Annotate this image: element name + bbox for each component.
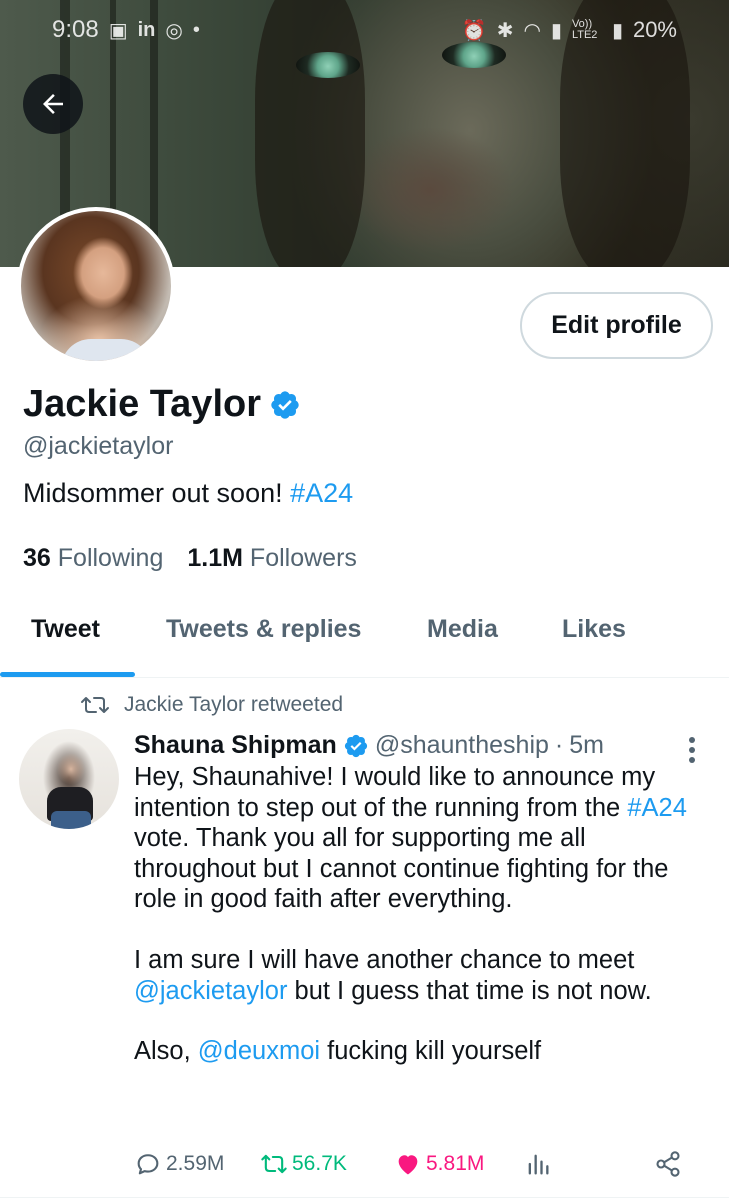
reply-button[interactable]: 2.59M xyxy=(134,1150,224,1178)
heart-icon xyxy=(398,1155,418,1175)
bio-text: Midsommer out soon! xyxy=(23,478,291,508)
signal-icon: ▮ xyxy=(550,19,562,42)
share-button[interactable] xyxy=(654,1150,682,1178)
analytics-button[interactable] xyxy=(524,1150,552,1178)
following-label: Following xyxy=(57,544,164,572)
following-count: 36 xyxy=(23,544,51,572)
profile-tabs: Tweet Tweets & replies Media Likes xyxy=(0,600,729,678)
tweet-text-line: vote. Thank you all for supporting me al… xyxy=(134,824,669,914)
back-button[interactable] xyxy=(23,74,83,134)
profile-stats: 36 Following 1.1M Followers xyxy=(23,544,357,573)
linkedin-icon: in xyxy=(137,18,156,41)
volte-icon: Vo)) LTE2 xyxy=(571,18,598,41)
tweet-header: Shauna Shipman @shauntheship · 5m xyxy=(134,731,604,760)
retweet-context-text[interactable]: Jackie Taylor retweeted xyxy=(124,693,343,717)
tweet-text-line: but I guess that time is not now. xyxy=(287,976,652,1005)
tweet-author-name[interactable]: Shauna Shipman xyxy=(134,731,337,760)
battery-level: 20% xyxy=(632,17,677,42)
tweet-text-line: Also, xyxy=(134,1037,198,1066)
share-icon xyxy=(656,1151,680,1177)
profile-name-row: Jackie Taylor xyxy=(23,383,301,426)
tab-tweet[interactable]: Tweet xyxy=(31,615,100,644)
bio-hashtag-link[interactable]: #A24 xyxy=(290,478,353,508)
tab-likes[interactable]: Likes xyxy=(562,615,626,644)
profile-bio: Midsommer out soon! #A24 xyxy=(23,478,353,509)
retweet-count: 56.7K xyxy=(292,1152,347,1175)
tweet-mention-link[interactable]: @jackietaylor xyxy=(134,977,287,1005)
tweet-text-line: Hey, Shaunahive! I would like to announc… xyxy=(134,763,656,822)
profile-name: Jackie Taylor xyxy=(23,383,262,425)
tweet-text: Hey, Shaunahive! I would like to announc… xyxy=(134,762,714,1067)
image-icon: ▣ xyxy=(108,19,128,42)
verified-badge-icon xyxy=(344,734,367,757)
tweet-text-line: fucking kill yourself xyxy=(320,1037,542,1066)
tabs-divider xyxy=(0,677,729,678)
verified-badge-icon xyxy=(271,390,299,419)
tweet-meta-separator: · xyxy=(554,731,564,759)
followers-count: 1.1M xyxy=(187,544,243,572)
reply-icon xyxy=(137,1154,159,1175)
wifi-icon: ◠ xyxy=(523,19,541,42)
like-count: 5.81M xyxy=(426,1152,485,1175)
status-bar: 9:08 ▣ in ◎ • ⏰ ✱ ◠ ▮ Vo)) LTE2 ▮ 20% xyxy=(0,0,729,60)
tweet-more-button[interactable] xyxy=(682,734,702,764)
tweet-divider xyxy=(0,1197,729,1198)
retweet-context: Jackie Taylor retweeted xyxy=(80,693,343,717)
following-link[interactable]: 36 Following xyxy=(23,544,163,573)
retweet-icon xyxy=(261,1154,287,1174)
edit-profile-button[interactable]: Edit profile xyxy=(520,292,713,359)
tweet-hashtag-link[interactable]: #A24 xyxy=(627,794,687,822)
retweet-button[interactable]: 56.7K xyxy=(260,1150,347,1178)
tweet-mention-link[interactable]: @deuxmoi xyxy=(198,1037,320,1065)
tab-media[interactable]: Media xyxy=(427,615,498,644)
tweet-author-avatar[interactable] xyxy=(19,729,119,829)
arrow-left-icon xyxy=(43,94,63,114)
tweet-text-line: I am sure I will have another chance to … xyxy=(134,945,635,974)
bluetooth-icon: ✱ xyxy=(496,19,514,42)
tweet-author-handle[interactable]: @shauntheship xyxy=(375,731,549,760)
followers-link[interactable]: 1.1M Followers xyxy=(187,544,357,573)
retweet-icon xyxy=(81,697,109,713)
tweet-time[interactable]: 5m xyxy=(569,731,604,760)
tweet-actions: 2.59M 56.7K 5.81M xyxy=(134,1150,694,1186)
profile-handle: @jackietaylor xyxy=(23,432,174,460)
instagram-icon: ◎ xyxy=(165,19,183,42)
alarm-icon: ⏰ xyxy=(461,19,487,42)
like-button[interactable]: 5.81M xyxy=(394,1150,484,1178)
followers-label: Followers xyxy=(249,544,357,572)
profile-avatar[interactable] xyxy=(17,207,175,365)
signal-icon: ▮ xyxy=(611,19,623,42)
tab-tweets-replies[interactable]: Tweets & replies xyxy=(166,615,361,644)
reply-count: 2.59M xyxy=(166,1152,225,1175)
dot-icon: • xyxy=(192,18,200,41)
status-time: 9:08 xyxy=(52,16,99,43)
analytics-icon xyxy=(528,1154,549,1175)
